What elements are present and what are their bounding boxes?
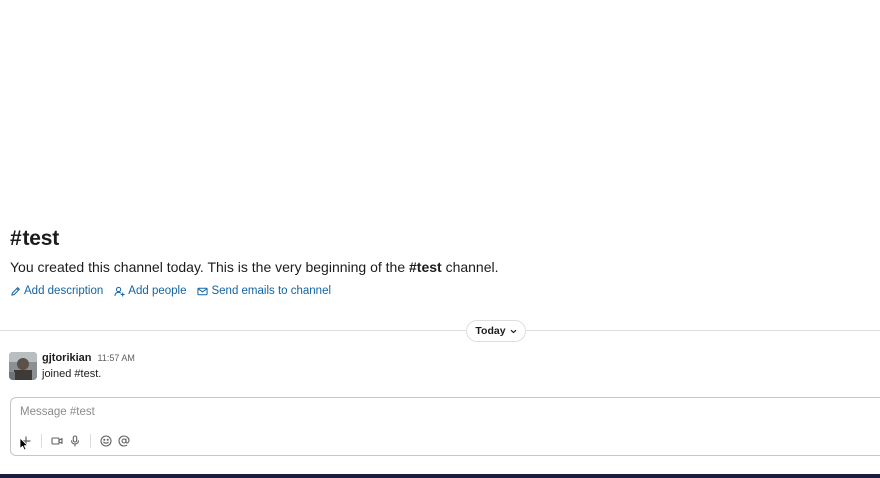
message-item: gjtorikian 11:57 AM joined #test. [9, 352, 869, 384]
mention-icon [118, 435, 130, 447]
add-people-button[interactable]: Add people [114, 284, 186, 298]
channel-hash: # [10, 227, 22, 250]
intro-suffix: channel. [441, 259, 499, 275]
microphone-icon [71, 435, 79, 447]
emoji-button[interactable] [97, 433, 115, 449]
intro-channel-name: #test [409, 259, 442, 275]
add-person-icon [114, 286, 126, 297]
video-icon [51, 437, 63, 445]
date-pill-button[interactable]: Today [466, 320, 526, 342]
mention-button[interactable] [115, 433, 133, 449]
send-emails-button[interactable]: Send emails to channel [197, 284, 331, 298]
pencil-icon [11, 286, 20, 296]
add-description-label: Add description [24, 285, 104, 297]
mouse-cursor-icon [19, 437, 28, 451]
message-text: joined #test. [42, 368, 102, 380]
date-divider [0, 330, 880, 331]
channel-name: test [22, 227, 60, 250]
emoji-icon [100, 435, 112, 447]
send-emails-label: Send emails to channel [211, 285, 332, 297]
channel-intro: #test You created this channel today. Th… [10, 226, 870, 276]
toolbar-separator [90, 434, 91, 448]
channel-actions: Add description Add people Send emails t… [10, 284, 331, 298]
date-label: Today [475, 325, 506, 337]
message-composer: Message #test [10, 397, 880, 456]
audio-button[interactable] [66, 433, 84, 449]
message-header: gjtorikian 11:57 AM [42, 352, 135, 366]
toolbar-separator [41, 434, 42, 448]
composer-toolbar [17, 433, 133, 449]
timestamp[interactable]: 11:57 AM [98, 353, 135, 363]
message-input[interactable]: Message #test [20, 406, 95, 418]
video-button[interactable] [48, 433, 66, 449]
bottom-bar [0, 474, 880, 478]
avatar[interactable] [9, 352, 37, 380]
channel-title: #test [10, 226, 870, 252]
email-icon [197, 287, 209, 295]
avatar-image [9, 352, 37, 380]
add-description-button[interactable]: Add description [10, 284, 103, 298]
channel-intro-text: You created this channel today. This is … [10, 258, 870, 276]
add-people-label: Add people [128, 285, 187, 297]
username[interactable]: gjtorikian [42, 352, 92, 364]
chevron-down-icon [510, 329, 516, 333]
intro-prefix: You created this channel today. This is … [10, 259, 409, 275]
